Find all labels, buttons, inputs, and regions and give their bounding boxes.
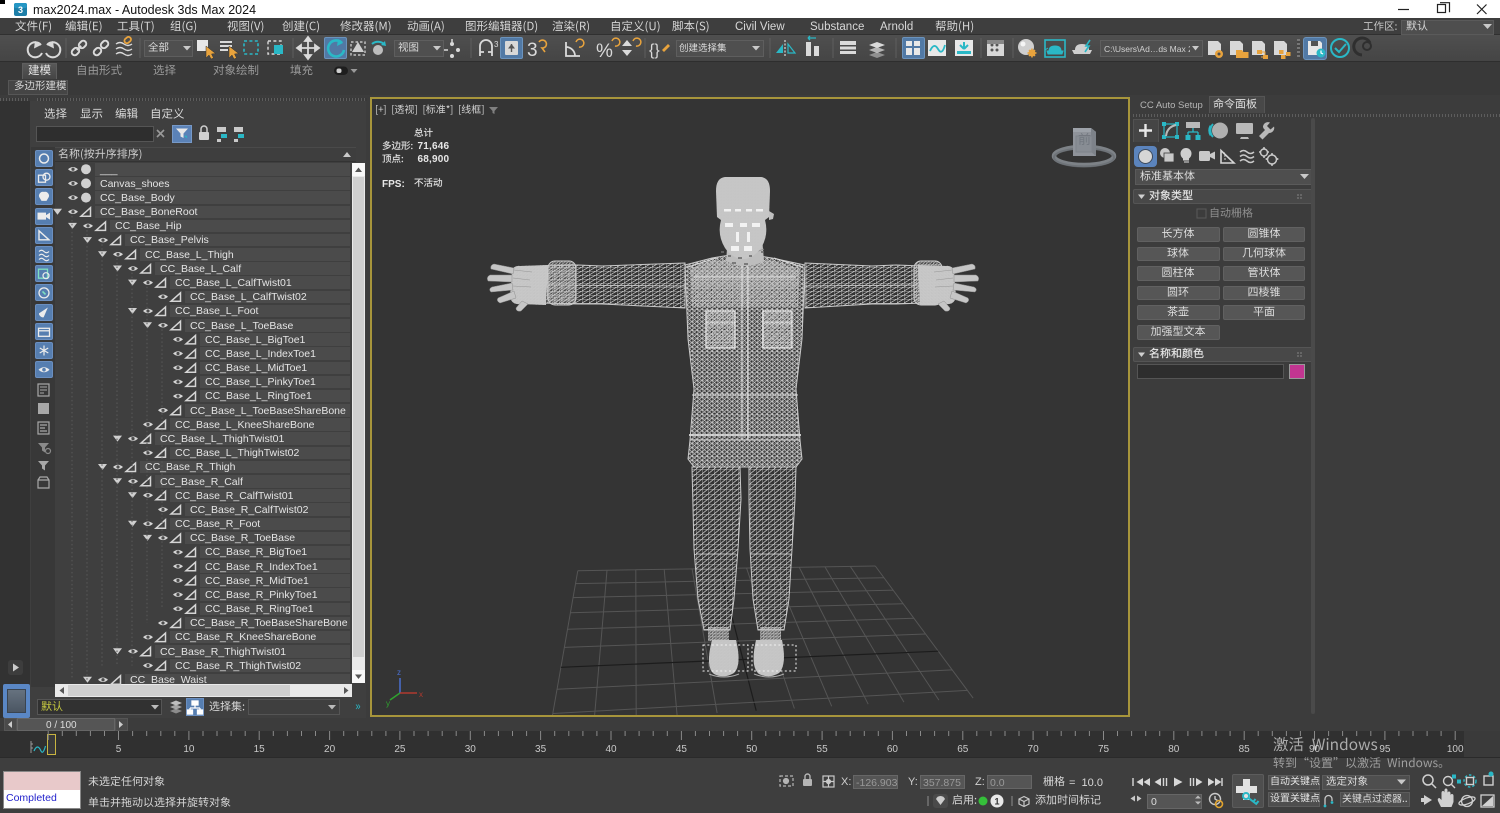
svg-text:y: y [386, 699, 390, 708]
svg-text:z: z [397, 668, 401, 677]
svg-text:x: x [419, 690, 423, 699]
